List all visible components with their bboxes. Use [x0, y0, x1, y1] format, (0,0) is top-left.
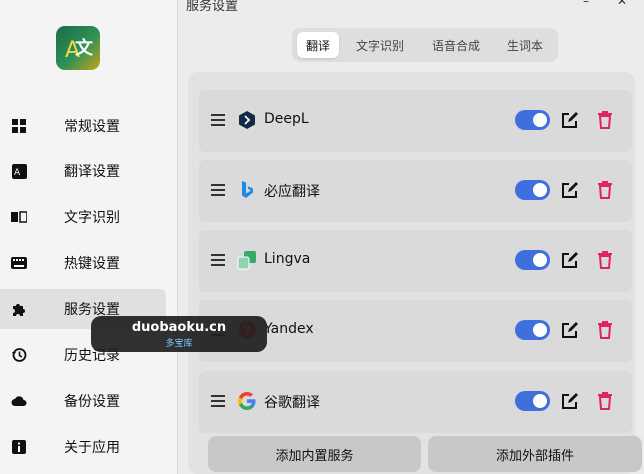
- service-name: Yandex: [264, 321, 314, 337]
- app-logo: A 文: [56, 26, 100, 70]
- edit-icon[interactable]: [561, 392, 579, 410]
- sidebar: A 文 常规设置 A 翻译设置 文字识别 热键设置 服务设置 历史记录 备份设置…: [0, 0, 178, 474]
- tab-translate[interactable]: 翻译: [297, 32, 339, 58]
- svg-text:文: 文: [75, 37, 94, 59]
- tab-wordbook[interactable]: 生词本: [498, 32, 552, 58]
- sidebar-item-label: 文字识别: [64, 210, 120, 226]
- lingva-icon: [237, 250, 257, 270]
- service-card-lingva[interactable]: Lingva: [199, 230, 632, 292]
- service-toggle[interactable]: [515, 250, 550, 270]
- drag-handle-icon[interactable]: [211, 395, 225, 407]
- sidebar-item-label: 备份设置: [64, 394, 120, 410]
- service-name: DeepL: [264, 111, 309, 127]
- translate-icon: A: [10, 162, 28, 180]
- service-tabs: 翻译 文字识别 语音合成 生词本: [292, 28, 558, 62]
- close-button[interactable]: ✕: [617, 0, 627, 8]
- sidebar-item-ocr[interactable]: 文字识别: [0, 197, 166, 237]
- sidebar-item-hotkey[interactable]: 热键设置: [0, 243, 166, 283]
- sidebar-item-label: 关于应用: [64, 440, 120, 456]
- puzzle-icon: [10, 300, 28, 318]
- service-toggle[interactable]: [515, 180, 550, 200]
- service-toggle[interactable]: [515, 391, 550, 411]
- delete-icon[interactable]: [597, 180, 615, 200]
- watermark: duobaoku.cn 多宝库: [91, 316, 267, 352]
- main-panel: 服务设置 – ✕ 翻译 文字识别 语音合成 生词本 DeepL 必应翻译 Lin…: [179, 0, 644, 474]
- service-name: 谷歌翻译: [264, 395, 320, 411]
- add-plugin-button[interactable]: 添加外部插件: [428, 436, 642, 472]
- service-toggle[interactable]: [515, 110, 550, 130]
- edit-icon[interactable]: [561, 111, 579, 129]
- delete-icon[interactable]: [597, 250, 615, 270]
- edit-icon[interactable]: [561, 181, 579, 199]
- service-name: 必应翻译: [264, 184, 320, 200]
- sidebar-item-backup[interactable]: 备份设置: [0, 381, 166, 421]
- ocr-icon: [10, 208, 28, 226]
- sidebar-item-general[interactable]: 常规设置: [0, 106, 166, 146]
- bing-icon: [237, 180, 257, 200]
- drag-handle-icon[interactable]: [211, 254, 225, 266]
- sidebar-item-label: 常规设置: [64, 119, 120, 135]
- drag-handle-icon[interactable]: [211, 114, 225, 126]
- sidebar-item-translate[interactable]: A 翻译设置: [0, 151, 166, 191]
- watermark-subtext: 多宝库: [165, 339, 193, 349]
- google-icon: [237, 391, 257, 411]
- drag-handle-icon[interactable]: [211, 184, 225, 196]
- service-name: Lingva: [264, 251, 311, 267]
- edit-icon[interactable]: [561, 251, 579, 269]
- tab-tts[interactable]: 语音合成: [423, 32, 489, 58]
- svg-text:A: A: [14, 168, 21, 178]
- delete-icon[interactable]: [597, 320, 615, 340]
- history-icon: [10, 346, 28, 364]
- service-card-bing[interactable]: 必应翻译: [199, 160, 632, 222]
- add-builtin-service-button[interactable]: 添加内置服务: [208, 436, 421, 472]
- minimize-button[interactable]: –: [583, 0, 589, 8]
- sidebar-item-about[interactable]: 关于应用: [0, 427, 166, 467]
- service-toggle[interactable]: [515, 320, 550, 340]
- sidebar-item-label: 热键设置: [64, 256, 120, 272]
- service-card-google[interactable]: 谷歌翻译: [199, 371, 632, 433]
- cloud-icon: [10, 392, 28, 410]
- edit-icon[interactable]: [561, 321, 579, 339]
- window-title: 服务设置: [186, 0, 239, 14]
- delete-icon[interactable]: [597, 391, 615, 411]
- delete-icon[interactable]: [597, 110, 615, 130]
- grid-icon: [10, 117, 28, 135]
- deepl-icon: [237, 110, 257, 130]
- tab-ocr[interactable]: 文字识别: [347, 32, 413, 58]
- watermark-text: duobaoku.cn: [131, 320, 227, 335]
- service-card-deepl[interactable]: DeepL: [199, 90, 632, 152]
- keyboard-icon: [10, 254, 28, 272]
- sidebar-item-label: 翻译设置: [64, 164, 120, 180]
- info-icon: [10, 438, 28, 456]
